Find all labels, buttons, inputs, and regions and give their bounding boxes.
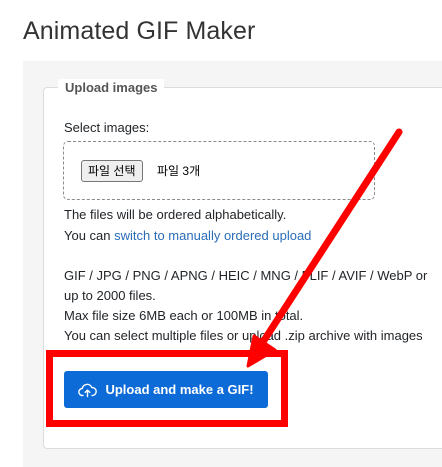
order-note: The files will be ordered alphabetically… bbox=[64, 207, 287, 222]
choose-files-button[interactable]: 파일 선택 bbox=[81, 160, 143, 182]
upload-legend: Upload images bbox=[58, 79, 165, 97]
highlight-box bbox=[46, 350, 288, 427]
manual-order-prefix: You can bbox=[64, 228, 115, 243]
file-size-limit: Max file size 6MB each or 100MB in total… bbox=[64, 308, 304, 323]
supported-formats: GIF / JPG / PNG / APNG / HEIC / MNG / FL… bbox=[64, 268, 428, 283]
page: Animated GIF Maker Upload images Select … bbox=[0, 0, 442, 467]
file-count-limit: up to 2000 files. bbox=[64, 288, 156, 303]
page-title: Animated GIF Maker bbox=[23, 17, 256, 45]
select-images-label: Select images: bbox=[64, 120, 150, 135]
zip-archive-note: You can select multiple files or upload … bbox=[64, 328, 423, 343]
manual-order-line: You can switch to manually ordered uploa… bbox=[64, 227, 311, 244]
manual-order-link[interactable]: switch to manually ordered upload bbox=[114, 228, 311, 243]
selected-files-count: 파일 3개 bbox=[157, 164, 201, 178]
